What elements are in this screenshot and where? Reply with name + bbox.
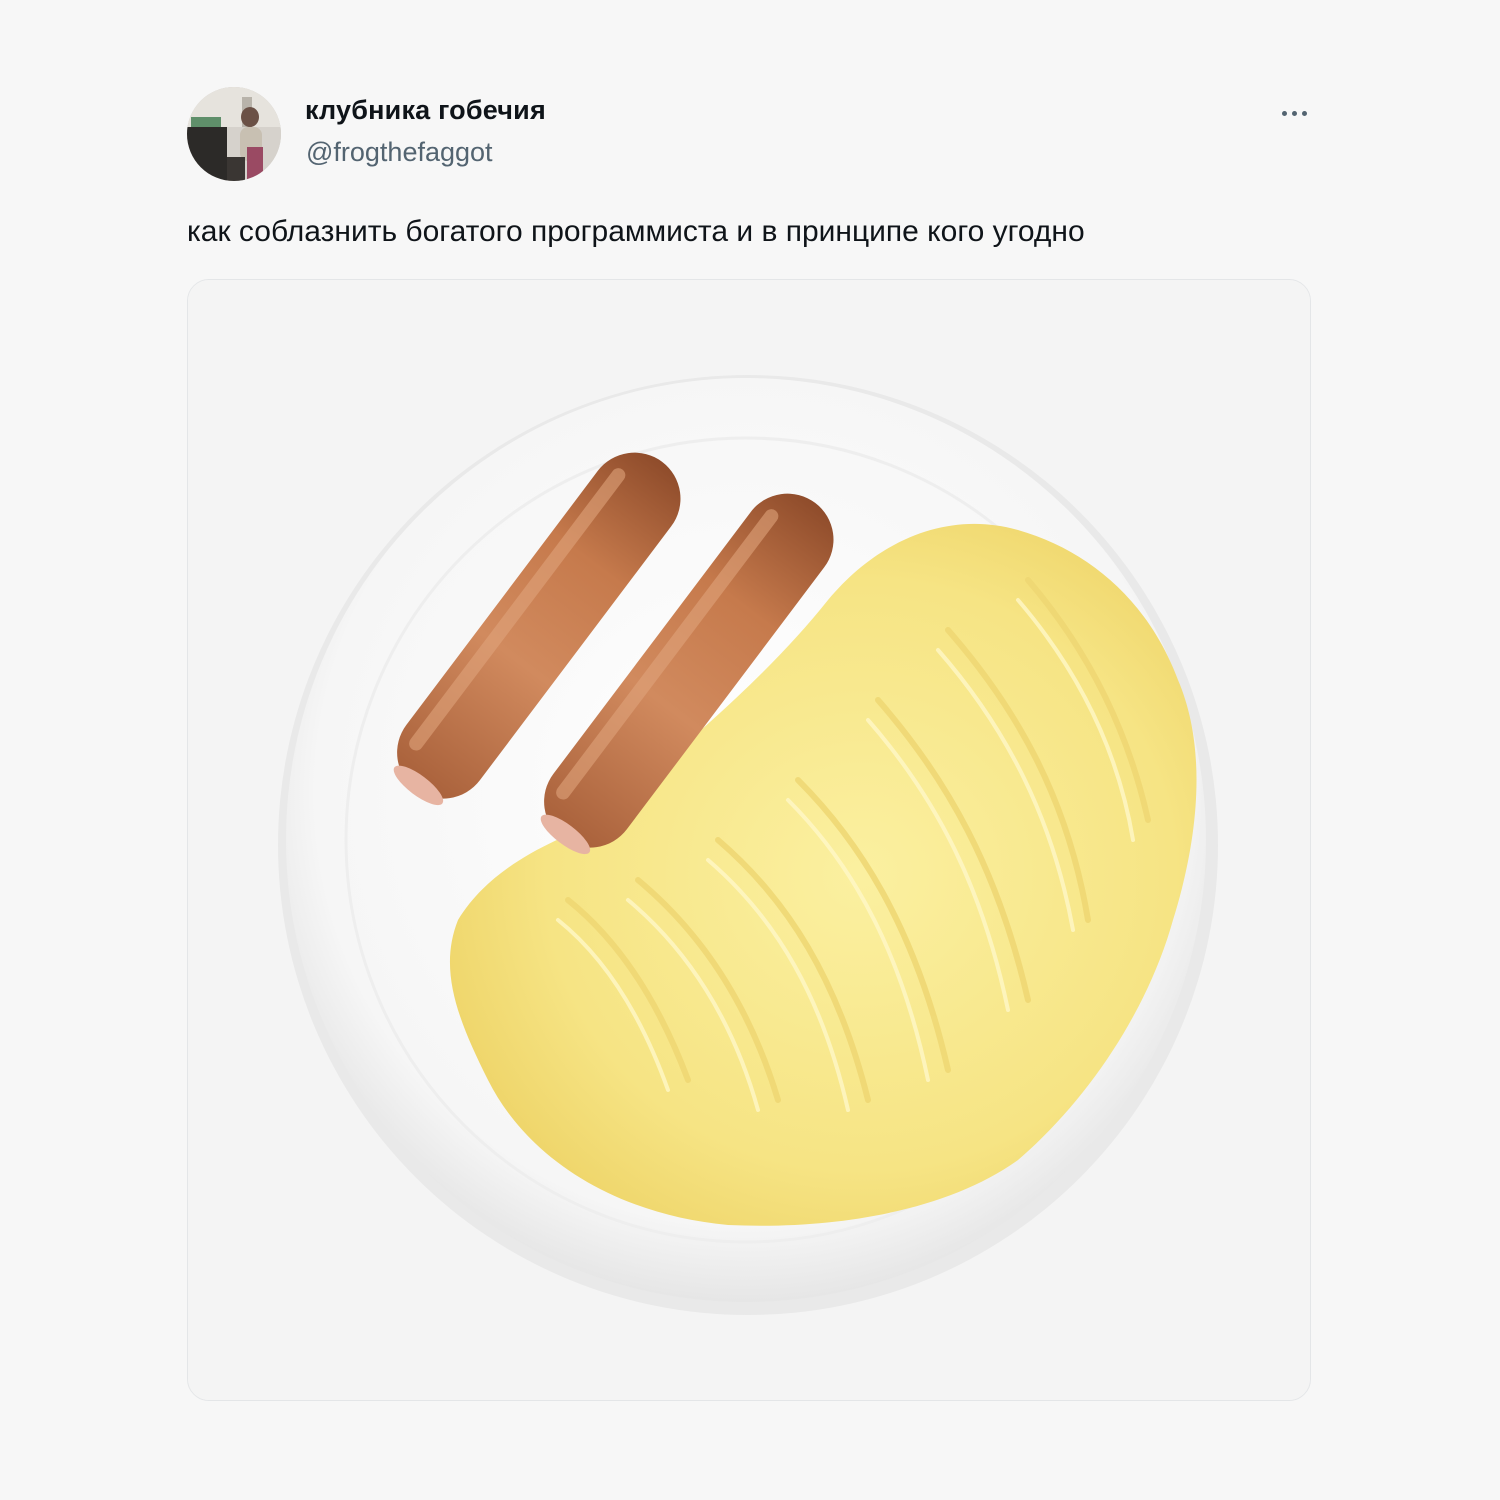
ellipsis-icon [1291,110,1297,116]
avatar-image [187,87,281,181]
food-photo [188,280,1310,1400]
tweet-media[interactable] [187,279,1311,1401]
ellipsis-icon [1281,110,1287,116]
display-name[interactable]: клубника гобечия [305,95,546,126]
ellipsis-icon [1301,110,1307,116]
more-options-button[interactable] [1272,96,1316,130]
user-handle[interactable]: @frogthefaggot [306,137,493,168]
avatar[interactable] [187,87,281,181]
tweet-text: как соблазнить богатого программиста и в… [187,215,1085,248]
tweet-card: клубника гобечия @frogthefaggot как собл… [0,0,1500,1500]
